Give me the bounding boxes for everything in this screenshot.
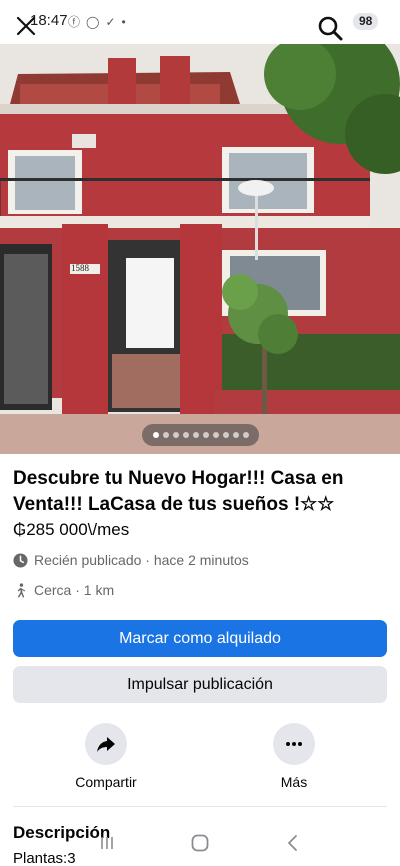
pagination-dot[interactable]: [182, 432, 189, 438]
posted-time-text: Recién publicado · hace 2 minutos: [34, 552, 249, 568]
pagination-dot[interactable]: [152, 432, 159, 438]
more-button[interactable]: [273, 723, 315, 765]
dot-icon: •: [121, 14, 126, 29]
house-photo-illustration: [0, 44, 400, 454]
facebook-icon: ⓕ: [68, 15, 81, 29]
close-icon: [16, 16, 36, 36]
distance-row: Cerca · 1 km: [13, 582, 114, 598]
boost-listing-button[interactable]: Impulsar publicación: [13, 666, 387, 703]
more-action[interactable]: Más: [244, 723, 344, 790]
close-button[interactable]: [12, 12, 40, 40]
share-action[interactable]: Compartir: [56, 723, 156, 790]
notification-icons: ⓕ ◯ ✓ •: [68, 13, 126, 30]
listing-photo[interactable]: 1588: [0, 44, 400, 454]
pagination-dot[interactable]: [162, 432, 169, 438]
battery-indicator: 98: [353, 13, 379, 30]
listing-price: ₲285 000\/mes: [13, 520, 130, 539]
back-button[interactable]: [278, 828, 308, 858]
pagination-dot[interactable]: [212, 432, 219, 438]
pagination-dot[interactable]: [232, 432, 239, 438]
share-button[interactable]: [85, 723, 127, 765]
more-dots-icon: [286, 742, 302, 746]
pagination-dot[interactable]: [172, 432, 179, 438]
divider: [13, 806, 387, 807]
house-number-plate: 1588: [71, 263, 89, 273]
share-label: Compartir: [75, 774, 137, 790]
posted-time-row: Recién publicado · hace 2 minutos: [13, 552, 249, 568]
system-nav-bar: [0, 820, 400, 866]
mark-as-rented-button[interactable]: Marcar como alquilado: [13, 620, 387, 657]
pagination-dot[interactable]: [202, 432, 209, 438]
recent-apps-button[interactable]: [92, 828, 122, 858]
check-download-icon: ✓: [105, 14, 116, 29]
share-arrow-icon: [97, 737, 115, 752]
home-button[interactable]: [185, 828, 215, 858]
home-icon: [191, 834, 209, 852]
search-button[interactable]: [316, 14, 344, 42]
distance-text: Cerca · 1 km: [34, 582, 115, 598]
search-icon: [318, 16, 343, 41]
back-icon: [288, 835, 298, 851]
pagination-dot[interactable]: [242, 432, 249, 438]
photo-pagination[interactable]: [142, 424, 259, 446]
pagination-dot[interactable]: [192, 432, 199, 438]
recent-apps-icon: [100, 837, 113, 849]
pagination-dot[interactable]: [222, 432, 229, 438]
listing-title: Descubre tu Nuevo Hogar!!! Casa en Venta…: [13, 468, 344, 515]
clock-icon: [13, 552, 28, 568]
more-label: Más: [280, 774, 308, 790]
whatsapp-icon: ◯: [86, 14, 100, 29]
walking-person-icon: [17, 582, 26, 598]
